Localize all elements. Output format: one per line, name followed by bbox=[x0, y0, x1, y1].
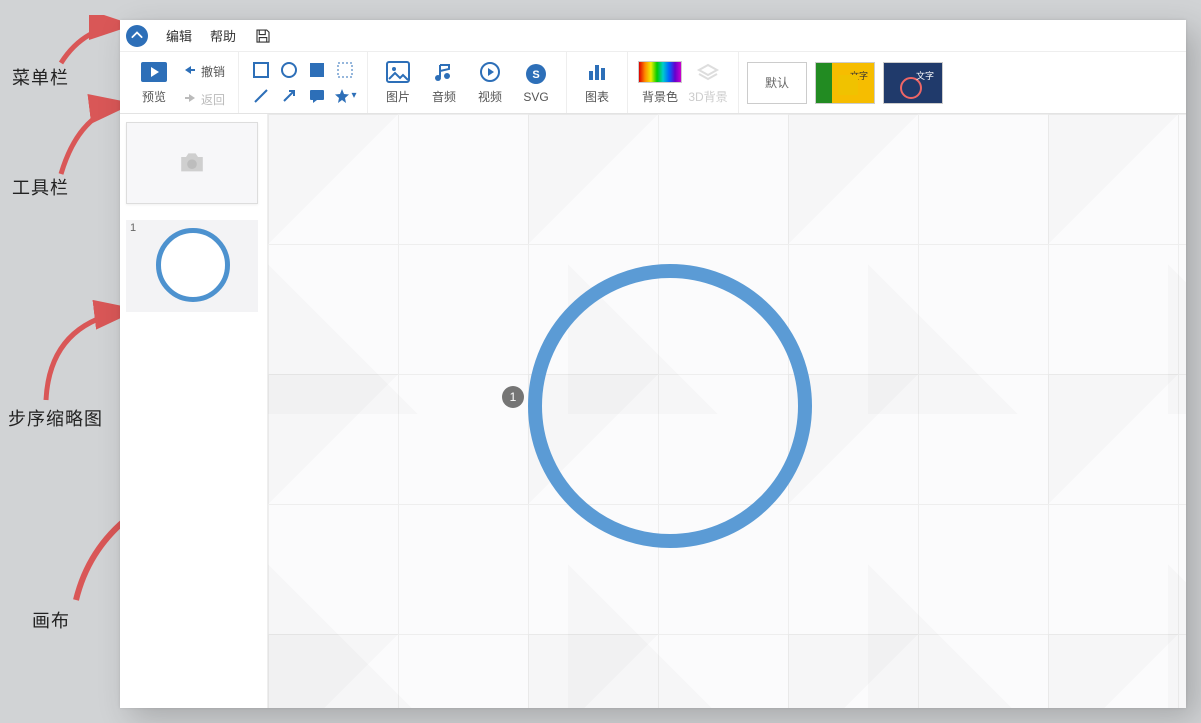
shape-chat-icon[interactable] bbox=[303, 83, 331, 109]
insert-svg-button[interactable]: S SVG bbox=[514, 55, 558, 111]
play-icon bbox=[141, 60, 167, 84]
menu-edit[interactable]: 编辑 bbox=[166, 26, 192, 45]
step-thumb-circle bbox=[156, 228, 230, 302]
step-thumb-1[interactable]: 1 bbox=[126, 220, 258, 312]
camera-icon bbox=[177, 151, 207, 175]
insert-image-button[interactable]: 图片 bbox=[376, 55, 420, 111]
sidebar: 1 bbox=[120, 114, 268, 708]
shape-star-icon[interactable]: ▾ bbox=[331, 83, 359, 109]
shape-marquee-icon[interactable] bbox=[331, 57, 359, 83]
logo-icon[interactable] bbox=[126, 25, 148, 47]
undo-arrow-icon bbox=[183, 64, 197, 79]
template-style-1[interactable]: 文字 bbox=[815, 62, 875, 104]
bg3d-button[interactable]: 3D背景 bbox=[686, 55, 730, 111]
insert-chart-button[interactable]: 图表 bbox=[575, 55, 619, 111]
insert-video-button[interactable]: 视频 bbox=[468, 55, 512, 111]
shape-square-icon[interactable] bbox=[303, 57, 331, 83]
spectrum-icon bbox=[638, 60, 682, 84]
svg-text:S: S bbox=[532, 69, 539, 81]
canvas[interactable]: 1 bbox=[268, 114, 1186, 708]
preview-button[interactable]: 预览 bbox=[132, 55, 176, 111]
image-icon bbox=[386, 60, 410, 84]
shape-frame-icon[interactable] bbox=[247, 57, 275, 83]
app-window: 编辑 帮助 预览 撤销 返回 bbox=[120, 20, 1186, 708]
layers-icon bbox=[696, 60, 720, 84]
audio-icon bbox=[433, 60, 455, 84]
redo-arrow-icon bbox=[183, 92, 197, 107]
shapes-group: ▾ bbox=[239, 52, 368, 113]
shape-arrow-icon[interactable] bbox=[275, 83, 303, 109]
undo-button[interactable]: 撤销 bbox=[178, 59, 230, 85]
shape-circle-icon[interactable] bbox=[275, 57, 303, 83]
toolbar: 预览 撤销 返回 ▾ bbox=[120, 52, 1186, 114]
video-icon bbox=[479, 60, 501, 84]
canvas-circle-shape[interactable] bbox=[528, 264, 812, 548]
save-icon[interactable] bbox=[254, 27, 272, 45]
shape-line-icon[interactable] bbox=[247, 83, 275, 109]
bgcolor-button[interactable]: 背景色 bbox=[636, 55, 684, 111]
template-style-2[interactable]: 文字 bbox=[883, 62, 943, 104]
back-button[interactable]: 返回 bbox=[178, 87, 230, 113]
svg-icon: S bbox=[525, 62, 547, 86]
chart-icon bbox=[586, 60, 608, 84]
step-number: 1 bbox=[130, 222, 136, 234]
overview-thumb[interactable] bbox=[126, 122, 258, 204]
annotation-canvas: 画布 bbox=[32, 607, 70, 633]
menubar: 编辑 帮助 bbox=[120, 20, 1186, 52]
step-badge: 1 bbox=[502, 386, 524, 408]
insert-audio-button[interactable]: 音频 bbox=[422, 55, 466, 111]
template-default[interactable]: 默认 bbox=[747, 62, 807, 104]
menu-help[interactable]: 帮助 bbox=[210, 26, 236, 45]
